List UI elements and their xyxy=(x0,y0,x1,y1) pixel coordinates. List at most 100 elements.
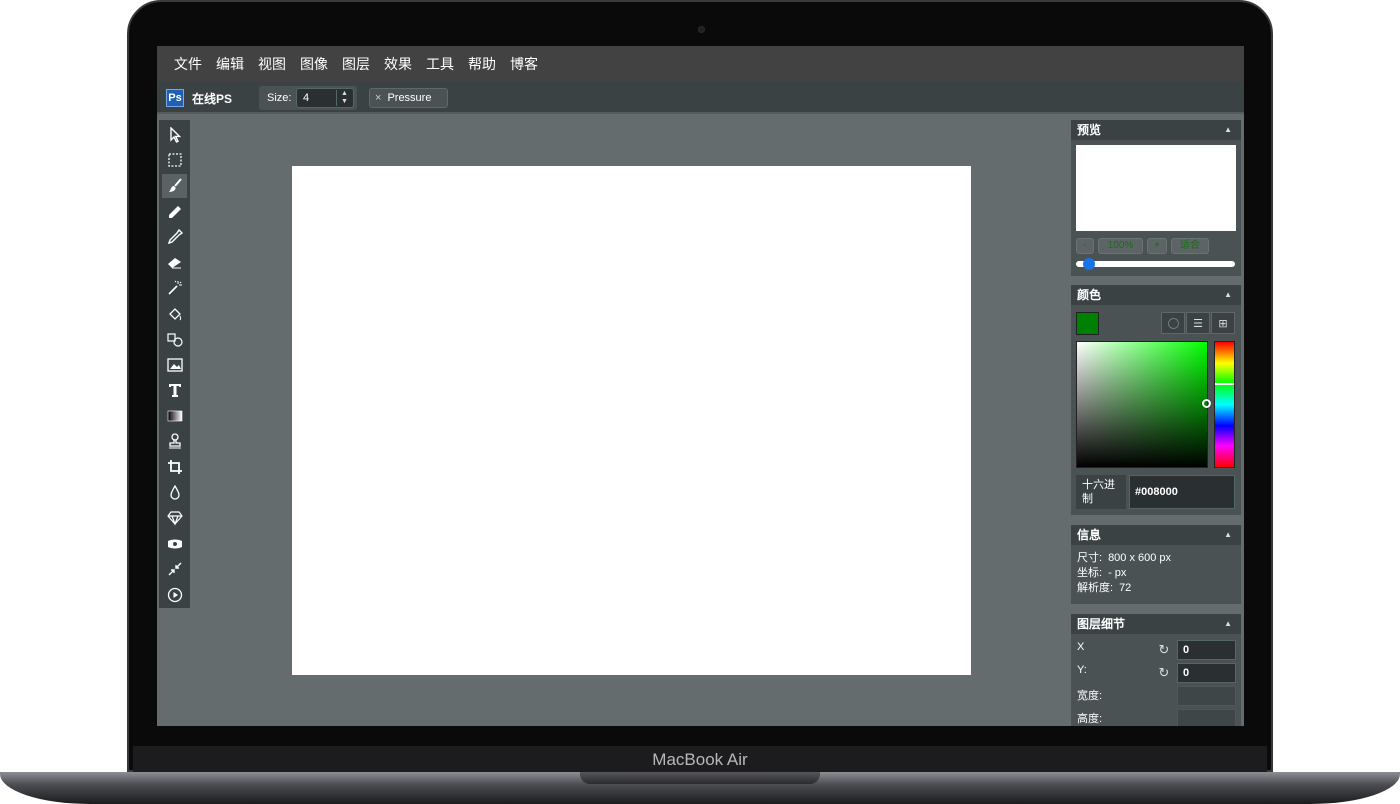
menu-edit[interactable]: 编辑 xyxy=(209,54,251,74)
info-header[interactable]: 信息 ▲ xyxy=(1071,525,1241,545)
layer-y-label: Y: xyxy=(1077,664,1087,676)
layer-header[interactable]: 图层细节 ▲ xyxy=(1071,614,1241,634)
options-toolbar: Ps 在线PS Size: 4 ▲ ▼ × Pressure xyxy=(157,82,1244,114)
info-size-key: 尺寸: xyxy=(1077,552,1103,564)
saturation-value-picker[interactable] xyxy=(1076,341,1211,468)
zoom-fit-button[interactable]: 适合 xyxy=(1171,238,1209,254)
zoom-slider-thumb[interactable] xyxy=(1083,258,1096,270)
tool-shapes[interactable] xyxy=(162,327,187,351)
tool-crop[interactable] xyxy=(162,455,187,479)
animation-play-icon xyxy=(167,587,182,603)
grid-icon: ⊞ xyxy=(1218,317,1228,330)
menu-effects[interactable]: 效果 xyxy=(377,54,419,74)
tool-eraser[interactable] xyxy=(162,251,187,275)
tool-eyedropper[interactable] xyxy=(162,225,187,249)
menubar: 文件 编辑 视图 图像 图层 效果 工具 帮助 博客 xyxy=(157,46,1244,82)
preview-panel: 预览 ▲ - 100% + 适合 xyxy=(1071,120,1241,276)
pressure-label: Pressure xyxy=(387,92,432,104)
info-title: 信息 xyxy=(1077,528,1102,542)
tool-brush[interactable] xyxy=(162,174,187,198)
hue-slider[interactable] xyxy=(1214,341,1235,468)
tool-bulge[interactable] xyxy=(162,532,187,556)
laptop-notch xyxy=(580,772,820,784)
layer-height-input[interactable] xyxy=(1177,709,1236,726)
color-wheel-icon xyxy=(1167,317,1179,329)
tool-gradient[interactable] xyxy=(162,404,187,428)
screen: 文件 编辑 视图 图像 图层 效果 工具 帮助 博客 Ps 在线PS Size:… xyxy=(157,46,1244,726)
info-res-value: 72 xyxy=(1119,582,1132,594)
zoom-slider[interactable] xyxy=(1076,258,1235,270)
info-res-row: 解析度: 72 xyxy=(1071,581,1241,596)
menu-view[interactable]: 视图 xyxy=(251,54,293,74)
color-header[interactable]: 颜色 ▲ xyxy=(1071,285,1241,305)
menu-layers[interactable]: 图层 xyxy=(335,54,377,74)
color-list-button[interactable]: ☰ xyxy=(1186,312,1210,334)
hue-marker[interactable] xyxy=(1215,383,1234,385)
preview-header[interactable]: 预览 ▲ xyxy=(1071,120,1241,140)
layer-x-input[interactable]: 0 xyxy=(1177,640,1236,660)
camera xyxy=(698,26,705,33)
shapes-icon xyxy=(166,333,183,347)
layer-height-label: 高度: xyxy=(1077,713,1103,725)
tool-blur[interactable] xyxy=(162,481,187,505)
collapse-icon[interactable]: ▲ xyxy=(1224,285,1232,305)
layer-width-label: 宽度: xyxy=(1077,690,1103,702)
tool-marquee[interactable] xyxy=(162,148,187,172)
ps-logo: Ps xyxy=(166,89,184,107)
menu-help[interactable]: 帮助 xyxy=(461,54,503,74)
close-icon[interactable]: × xyxy=(375,92,381,104)
gradient-icon xyxy=(167,410,182,422)
pressure-toggle[interactable]: × Pressure xyxy=(369,88,448,108)
tool-pencil[interactable] xyxy=(162,200,187,224)
collapse-icon[interactable]: ▲ xyxy=(1224,614,1232,634)
crop-icon xyxy=(167,460,182,474)
menu-file[interactable]: 文件 xyxy=(167,54,209,74)
color-picker-cursor[interactable] xyxy=(1202,399,1211,408)
reset-y-icon[interactable]: ↻ xyxy=(1155,664,1173,682)
zoom-value[interactable]: 100% xyxy=(1098,238,1143,254)
menu-tools[interactable]: 工具 xyxy=(419,54,461,74)
tool-sharpen[interactable] xyxy=(162,506,187,530)
size-stepper[interactable]: ▲ ▼ xyxy=(336,90,352,106)
layer-width-input[interactable] xyxy=(1177,686,1236,706)
zoom-out-button[interactable]: - xyxy=(1076,238,1094,254)
tool-clone[interactable] xyxy=(162,429,187,453)
color-grid-button[interactable]: ⊞ xyxy=(1211,312,1235,334)
tool-magic-wand[interactable] xyxy=(162,276,187,300)
layer-y-input[interactable]: 0 xyxy=(1177,663,1236,683)
menu-blog[interactable]: 博客 xyxy=(503,54,545,74)
drawing-canvas[interactable] xyxy=(292,166,971,675)
bulge-icon xyxy=(167,539,182,549)
tool-resize[interactable] xyxy=(162,557,187,581)
tools-panel xyxy=(159,120,190,608)
hex-input[interactable]: #008000 xyxy=(1129,475,1235,509)
layer-details-panel: 图层细节 ▲ X ↻ 0 Y: ↻ 0 宽度: 高度: xyxy=(1071,614,1241,726)
device-label: MacBook Air xyxy=(652,750,748,769)
list-icon: ☰ xyxy=(1193,317,1203,330)
preview-thumbnail[interactable] xyxy=(1076,145,1236,231)
tool-image[interactable] xyxy=(162,353,187,377)
menu-image[interactable]: 图像 xyxy=(293,54,335,74)
reset-x-icon[interactable]: ↻ xyxy=(1155,641,1173,659)
collapse-icon[interactable]: ▲ xyxy=(1224,525,1232,545)
tool-animation[interactable] xyxy=(162,583,187,607)
hex-label: 十六进制 xyxy=(1076,475,1126,509)
color-wheel-button[interactable] xyxy=(1161,312,1185,334)
zoom-in-button[interactable]: + xyxy=(1147,238,1167,254)
color-panel: 颜色 ▲ ☰ ⊞ 十六进制 #008000 xyxy=(1071,285,1241,515)
image-icon xyxy=(166,358,183,372)
current-color-swatch[interactable] xyxy=(1076,312,1099,335)
collapse-icon[interactable]: ▲ xyxy=(1224,120,1232,140)
size-input[interactable]: 4 ▲ ▼ xyxy=(296,88,354,108)
info-coord-row: 坐标: - px xyxy=(1071,566,1241,581)
tool-fill[interactable] xyxy=(162,302,187,326)
pencil-icon xyxy=(168,206,181,218)
resize-icon xyxy=(168,562,181,576)
color-title: 颜色 xyxy=(1077,288,1102,302)
layer-title: 图层细节 xyxy=(1077,617,1126,631)
eraser-icon xyxy=(167,258,181,269)
info-coord-key: 坐标: xyxy=(1077,567,1103,579)
text-icon xyxy=(168,384,181,397)
tool-text[interactable] xyxy=(162,378,187,402)
tool-select[interactable] xyxy=(162,123,187,147)
